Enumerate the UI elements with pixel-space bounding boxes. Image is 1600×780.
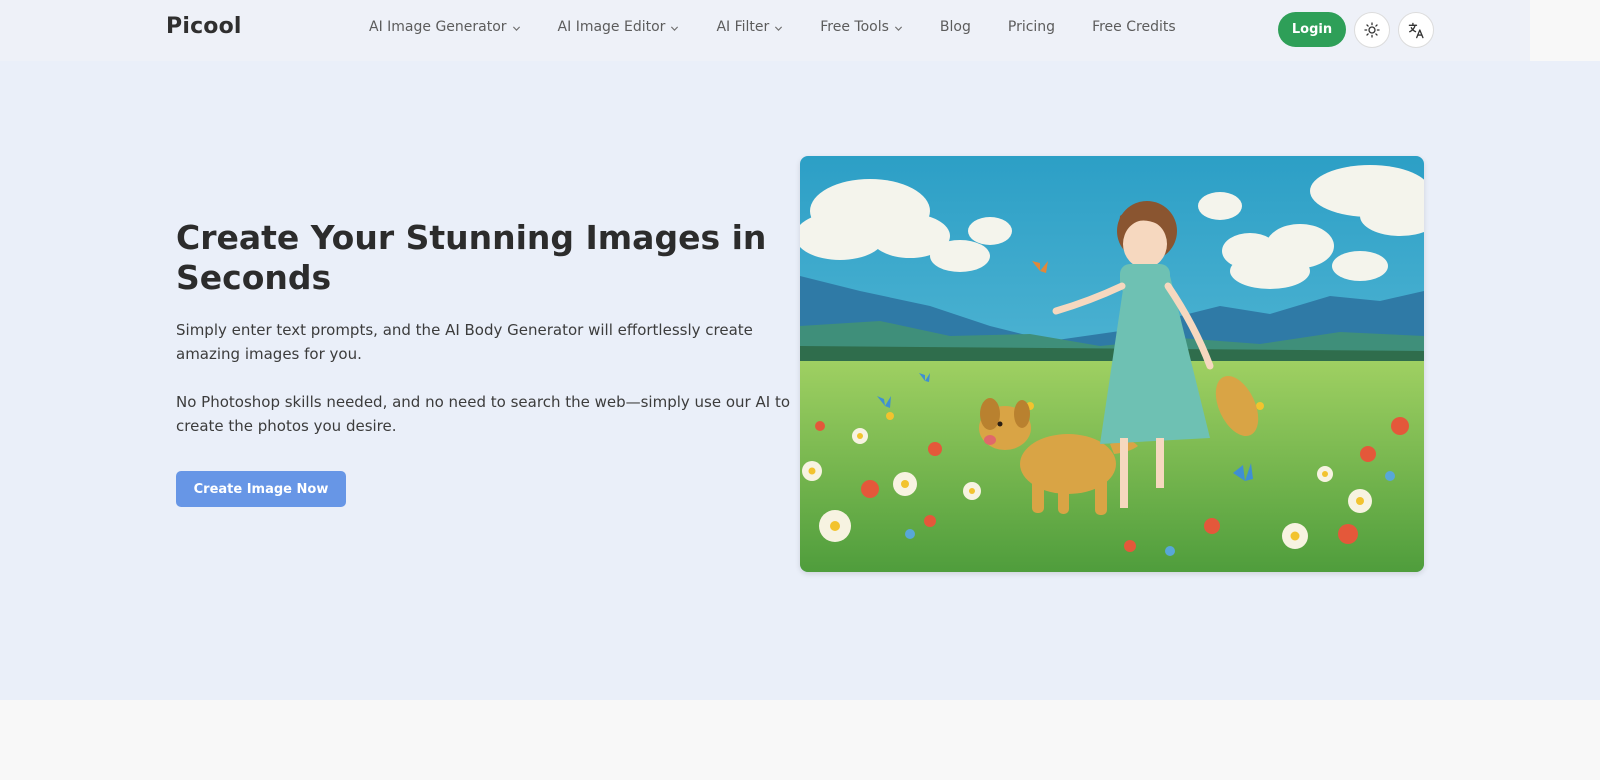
chevron-down-icon: [512, 26, 520, 31]
hero-title: Create Your Stunning Images in Seconds: [176, 218, 767, 297]
nav-item-ai-filter[interactable]: AI Filter: [716, 19, 783, 35]
nav-item-label: Blog: [939, 19, 971, 35]
hero-illustration: [800, 156, 1424, 572]
nav-item-ai-image-editor[interactable]: AI Image Editor: [558, 19, 680, 35]
language-switch-button[interactable]: [1398, 12, 1434, 48]
nav-item-label: AI Image Editor: [557, 19, 666, 35]
nav-item-label: Free Credits: [1092, 19, 1176, 35]
site-logo[interactable]: Picool: [166, 14, 242, 39]
hero-description: Simply enter text prompts, and the AI Bo…: [176, 321, 753, 363]
nav-item-ai-image-generator[interactable]: AI Image Generator: [369, 19, 521, 35]
theme-toggle-button[interactable]: [1354, 12, 1390, 48]
meadow-girl-dog-illustration: [800, 156, 1424, 572]
top-navigation-bar: Picool AI Image Generator AI Image Edito…: [0, 0, 1530, 61]
chevron-down-icon: [775, 26, 783, 31]
translate-icon: [1408, 22, 1424, 38]
create-image-now-button[interactable]: Create Image Now: [176, 471, 346, 507]
nav-item-blog[interactable]: Blog: [940, 19, 971, 35]
main-nav: AI Image Generator AI Image Editor AI Fi…: [369, 19, 1176, 35]
sun-icon: [1364, 22, 1380, 38]
hero-section: Create Your Stunning Images in Seconds S…: [0, 61, 1600, 700]
nav-item-free-credits[interactable]: Free Credits: [1092, 19, 1176, 35]
nav-item-label: AI Filter: [716, 19, 770, 35]
nav-item-label: Pricing: [1007, 19, 1056, 35]
login-button[interactable]: Login: [1278, 12, 1346, 47]
chevron-down-icon: [671, 26, 679, 31]
nav-item-label: Free Tools: [820, 19, 889, 35]
nav-item-label: AI Image Generator: [369, 19, 507, 35]
hero-description-secondary: No Photoshop skills needed, and no need …: [176, 393, 790, 435]
nav-item-free-tools[interactable]: Free Tools: [820, 19, 903, 35]
chevron-down-icon: [894, 26, 902, 31]
nav-item-pricing[interactable]: Pricing: [1008, 19, 1055, 35]
